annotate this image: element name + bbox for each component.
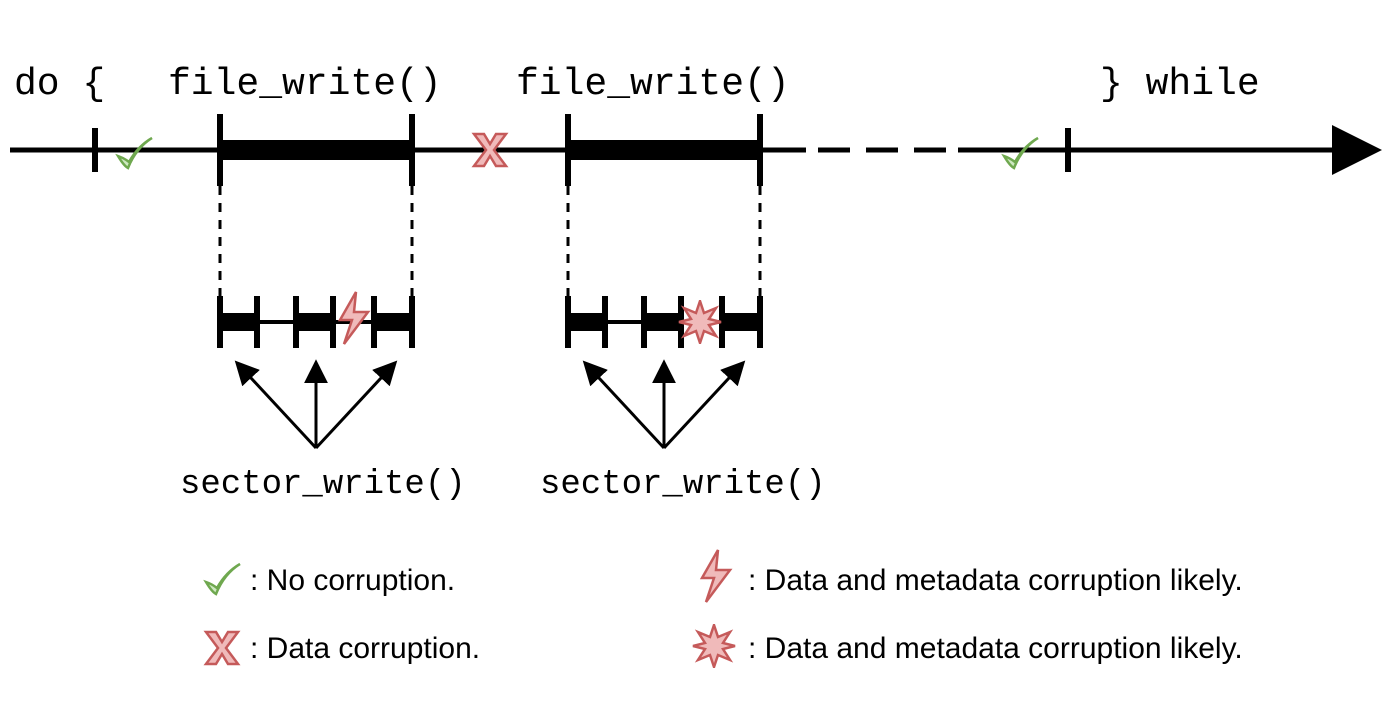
label-file-write-1: file_write()	[168, 63, 442, 106]
label-while: } while	[1100, 63, 1260, 106]
legend-bolt-text: : Data and metadata corruption likely.	[748, 564, 1243, 598]
check-icon	[1000, 134, 1040, 174]
legend-bolt-icon	[696, 548, 736, 604]
legend-star-icon	[692, 624, 736, 668]
fan-arrow	[238, 364, 316, 448]
legend-check-icon	[202, 560, 242, 600]
legend-check-text: : No corruption.	[250, 564, 455, 598]
label-do: do {	[14, 63, 105, 106]
fan-arrow	[586, 364, 664, 448]
legend-cross-text: : Data corruption.	[250, 632, 480, 666]
diagram-canvas	[0, 0, 1400, 720]
check-icon	[114, 134, 154, 174]
star-icon	[678, 300, 722, 344]
fan-arrow	[316, 364, 394, 448]
legend-cross-icon	[202, 628, 242, 668]
cross-icon	[470, 130, 510, 170]
bolt-icon	[334, 290, 374, 346]
label-sector-write-2: sector_write()	[540, 466, 826, 504]
label-sector-write-1: sector_write()	[180, 466, 466, 504]
legend-star-text: : Data and metadata corruption likely.	[748, 632, 1243, 666]
fan-arrow	[664, 364, 742, 448]
label-file-write-2: file_write()	[516, 63, 790, 106]
